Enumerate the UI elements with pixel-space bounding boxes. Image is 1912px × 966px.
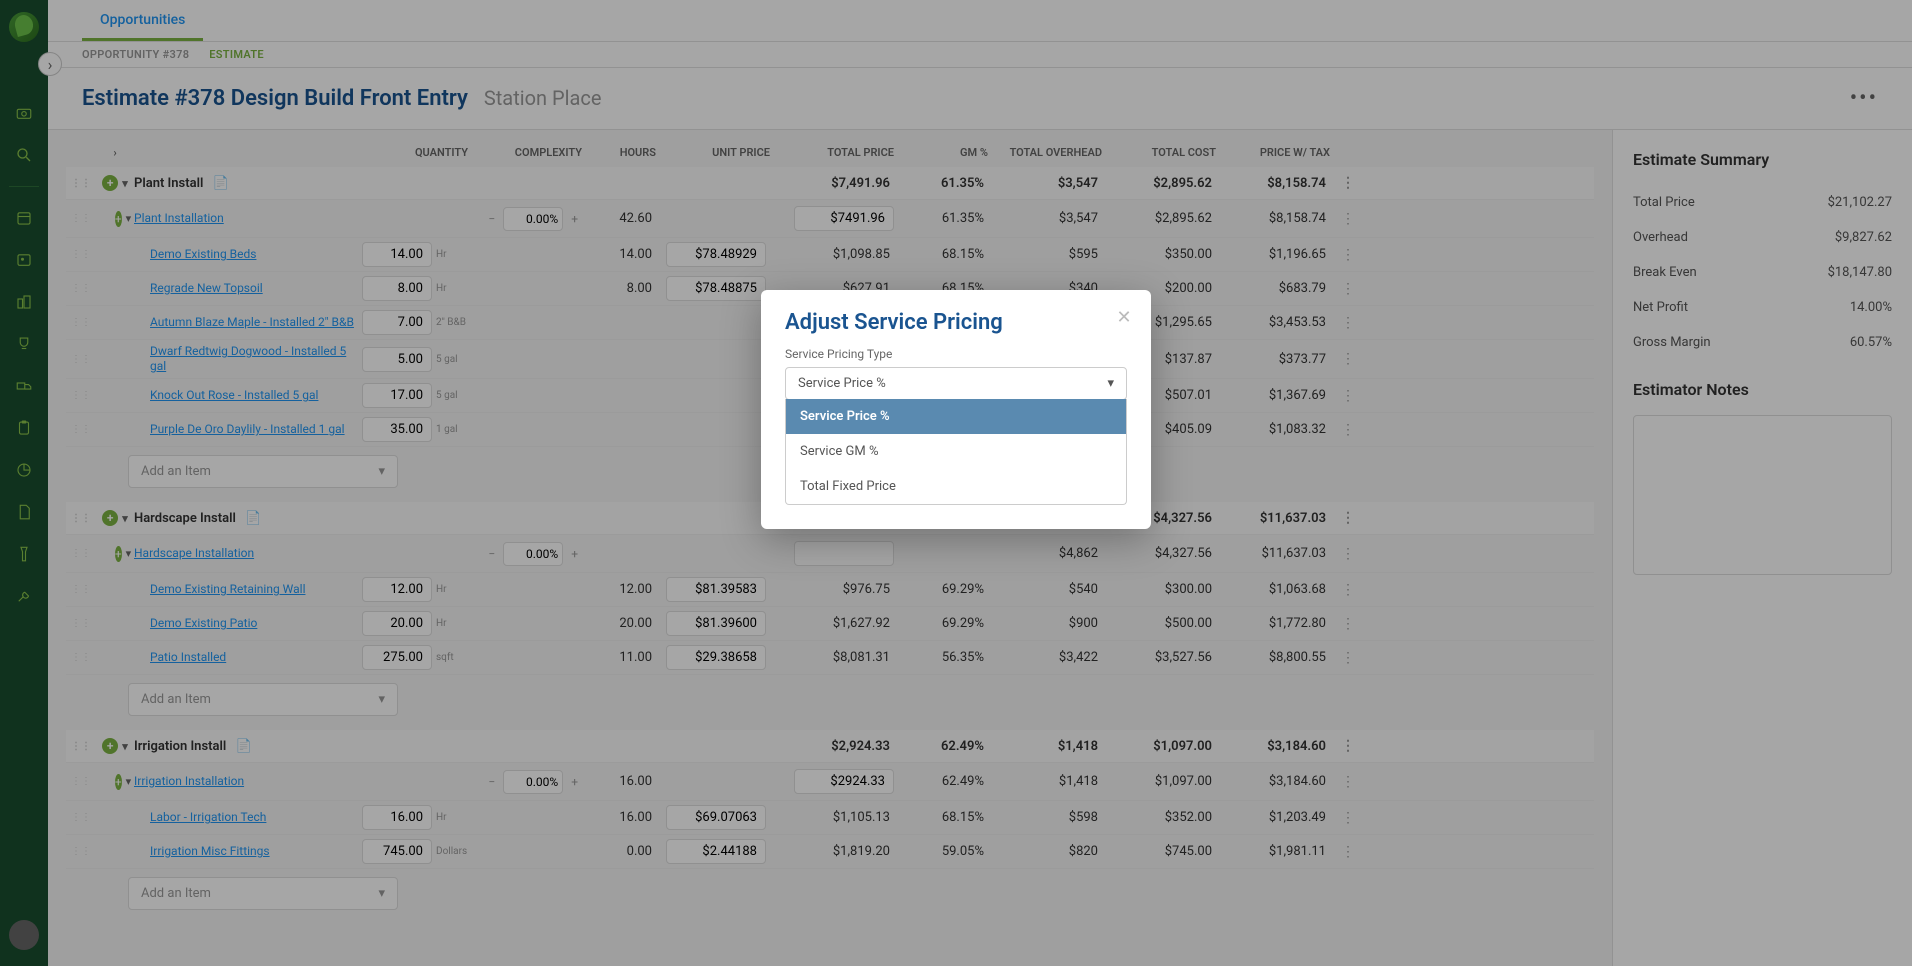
modal-overlay[interactable]: ✕ Adjust Service Pricing Service Pricing… — [0, 0, 1912, 966]
chevron-down-icon: ▾ — [1107, 376, 1114, 391]
option-total-fixed-price[interactable]: Total Fixed Price — [786, 469, 1126, 504]
option-service-gm-pct[interactable]: Service GM % — [786, 434, 1126, 469]
pricing-type-label: Service Pricing Type — [785, 347, 1127, 361]
adjust-pricing-modal: ✕ Adjust Service Pricing Service Pricing… — [761, 290, 1151, 529]
pricing-type-select[interactable]: Service Price % ▾ — [785, 367, 1127, 400]
modal-close-button[interactable]: ✕ — [1113, 306, 1135, 328]
modal-title: Adjust Service Pricing — [785, 310, 1127, 335]
option-service-price-pct[interactable]: Service Price % — [786, 399, 1126, 434]
pricing-type-dropdown: Service Price % Service GM % Total Fixed… — [785, 399, 1127, 505]
